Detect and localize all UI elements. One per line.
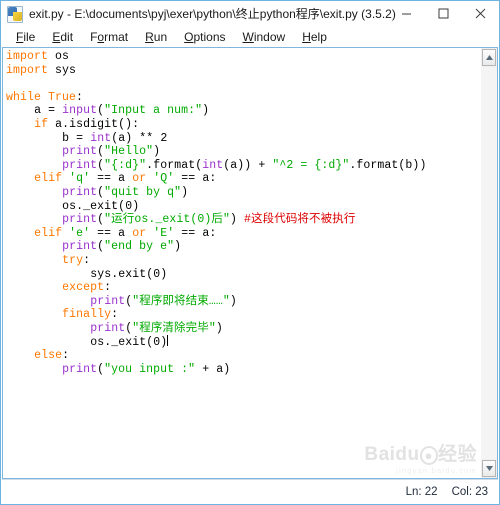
code-line: print("end by e") [62,240,182,254]
code-line: print("程序清除完毕") [90,321,223,335]
code-line: os._exit(0) [90,335,168,350]
vertical-scrollbar[interactable] [481,47,498,479]
menu-file[interactable]: File [8,28,44,46]
close-button[interactable] [462,1,499,26]
python-file-icon [7,5,23,23]
code-line: print("Hello") [62,145,161,159]
maximize-button[interactable] [425,1,462,26]
code-line: b = int(a) ** 2 [62,131,168,145]
menu-window[interactable]: Window [235,28,295,46]
code-line: print("运行os._exit(0)后") #这段代码将不被执行 [62,213,356,227]
scroll-up-icon[interactable] [482,49,496,66]
scroll-down-icon[interactable] [482,460,496,477]
code-line: os._exit(0) [62,199,140,213]
title-bar[interactable]: exit.py - E:\documents\pyj\exer\python\终… [1,1,499,26]
code-line: finally: [62,308,119,322]
code-line: a = input("Input a num:") [34,104,210,118]
menu-run[interactable]: Run [137,28,176,46]
code-line: print("{:d}".format(int(a)) + "^2 = {:d}… [62,158,427,172]
menu-edit[interactable]: Edit [44,28,82,46]
code-line: if a.isdigit(): [34,117,140,131]
code-line: import sys [6,63,77,77]
status-line-indicator: Ln: 22 [405,485,438,498]
code-line: sys.exit(0) [90,267,168,281]
status-col-indicator: Col: 23 [451,485,488,498]
scrollbar-track[interactable] [481,67,497,459]
code-line: print("quit by q") [62,185,189,199]
code-line: import os [6,50,70,63]
text-caret [166,335,168,347]
code-line: else: [34,349,70,363]
menu-format[interactable]: Format [82,28,137,46]
code-line: elif 'e' == a or 'E' == a: [34,226,217,240]
editor-area: import os import sys while True: a = inpu… [2,47,498,479]
code-line: except: [62,281,112,295]
status-bar: Ln: 22 Col: 23 [2,479,498,503]
code-line: print("you input :" + a) [62,362,231,376]
code-editor[interactable]: import os import sys while True: a = inpu… [2,47,481,479]
menu-bar: File Edit Format Run Options Window Help [1,26,499,47]
code-text[interactable]: import os import sys while True: a = inpu… [6,50,481,376]
code-line: print("程序即将结束……") [90,294,237,308]
window-controls [388,1,499,26]
menu-options[interactable]: Options [176,28,234,46]
code-line: elif 'q' == a or 'Q' == a: [34,172,217,186]
idle-editor-window: exit.py - E:\documents\pyj\exer\python\终… [0,0,500,505]
menu-help[interactable]: Help [294,28,336,46]
code-line: try: [62,253,91,267]
code-line: while True: [6,90,84,104]
minimize-button[interactable] [388,1,425,26]
window-title: exit.py - E:\documents\pyj\exer\python\终… [29,7,396,21]
